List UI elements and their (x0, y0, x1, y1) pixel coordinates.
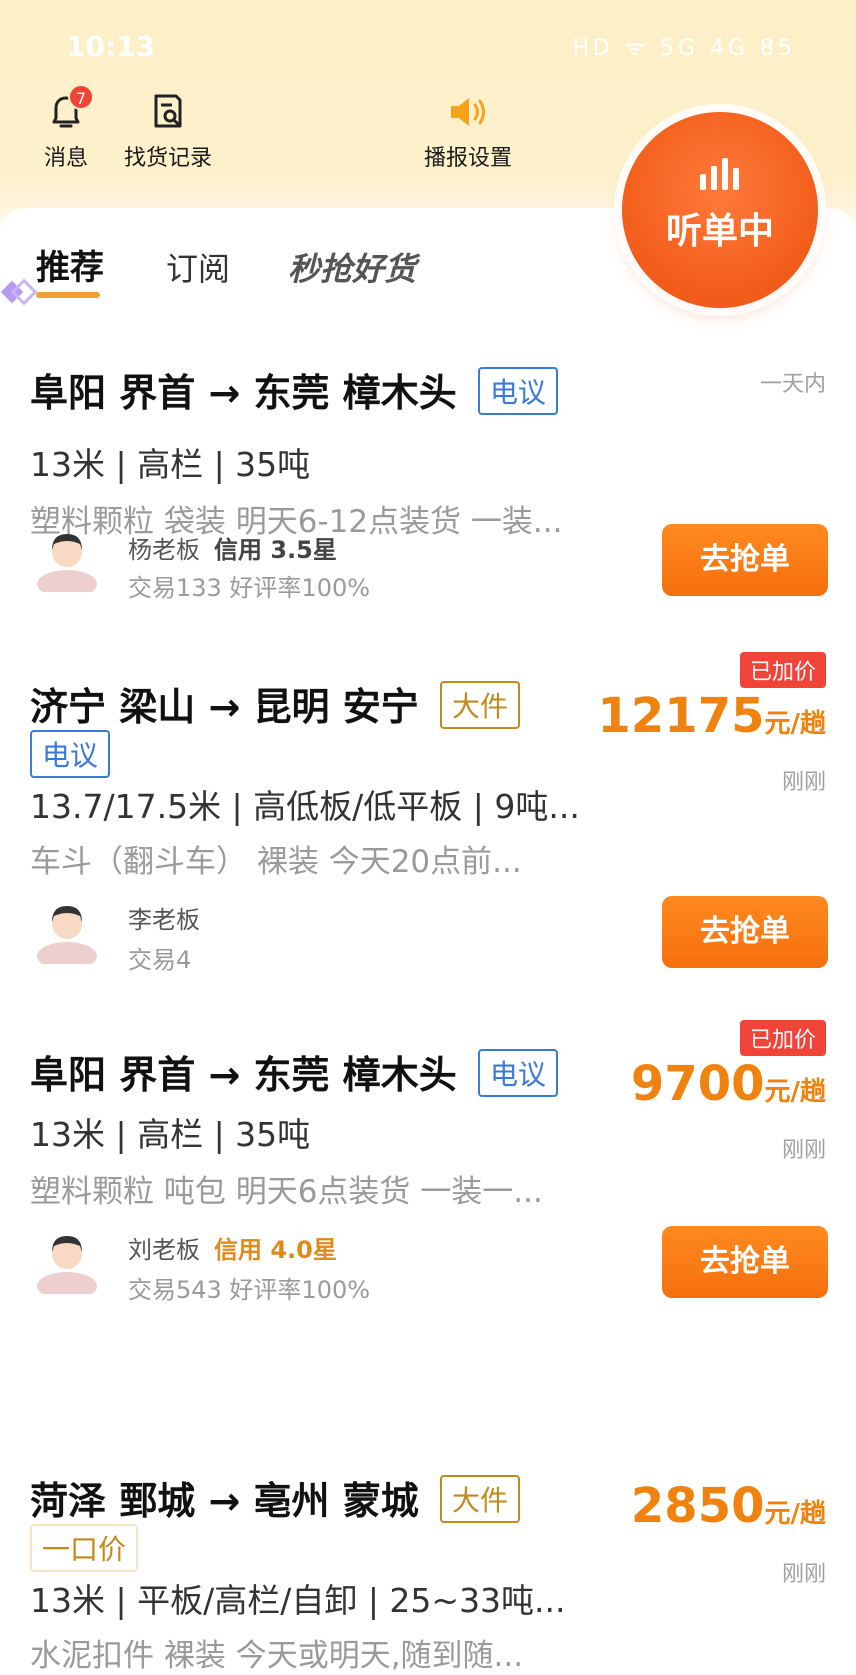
route: 阜阳 界首 → 东莞 樟木头 电议 (30, 362, 559, 417)
trade-stats: 交易4 (128, 946, 192, 974)
route-from: 阜阳 界首 (30, 1053, 196, 1097)
route-to: 昆明 安宁 (253, 685, 419, 729)
owner-name: 杨老板 信用 3.5星 (128, 536, 337, 564)
cargo-description: 塑料颗粒 吨包 明天6点装货 一装一... (30, 1174, 543, 1210)
audio-bars-icon (700, 158, 739, 190)
route-arrow: → (208, 1479, 241, 1523)
route-from: 阜阳 界首 (30, 371, 196, 415)
price-raised-badge: 已加价 (739, 1020, 826, 1056)
oversize-tag: 大件 (440, 681, 521, 729)
messages-button[interactable]: 7 消息 (44, 84, 94, 172)
owner-name: 刘老板 信用 4.0星 (128, 1236, 337, 1264)
route: 阜阳 界首 → 东莞 樟木头 电议 (30, 1044, 559, 1099)
avatar (37, 1236, 97, 1294)
route: 济宁 梁山 → 昆明 安宁 大件 (30, 676, 521, 731)
avatar (37, 906, 97, 964)
listening-button[interactable]: 听单中 (622, 112, 818, 308)
trade-stats: 交易133 好评率100% (128, 574, 371, 602)
avatar (37, 534, 97, 592)
tab-flash-deals[interactable]: 秒抢好货 (288, 244, 416, 290)
credit-rating: 信用 3.5星 (214, 536, 337, 564)
listening-label: 听单中 (665, 211, 774, 252)
truck-spec: 13米 | 高栏 | 35吨 (30, 1115, 311, 1154)
negotiable-tag: 电议 (478, 367, 559, 415)
broadcast-settings-button[interactable]: 播报设置 (424, 92, 512, 172)
truck-spec: 13米 | 高栏 | 35吨 (30, 445, 311, 484)
broadcast-settings-label: 播报设置 (424, 146, 513, 171)
grab-order-button[interactable]: 去抢单 (662, 896, 828, 968)
history-label: 找货记录 (124, 146, 213, 171)
fixed-price-tag: 一口价 (30, 1524, 139, 1572)
route-to: 东莞 樟木头 (253, 371, 457, 415)
post-time: 刚刚 (781, 1562, 826, 1587)
grab-order-button[interactable]: 去抢单 (662, 524, 828, 596)
price-raised-badge: 已加价 (739, 652, 826, 688)
route-arrow: → (208, 371, 241, 415)
route-from: 菏泽 鄄城 (30, 1479, 196, 1523)
price: 9700元/趟 (630, 1056, 826, 1112)
route-to: 东莞 樟木头 (253, 1053, 457, 1097)
status-bar: 10:13 HD ᯤ 5G 4G 85 (0, 0, 856, 90)
post-time: 刚刚 (781, 1138, 826, 1163)
credit-rating: 信用 4.0星 (214, 1236, 337, 1264)
price: 12175元/趟 (597, 688, 827, 744)
tab-subscribe[interactable]: 订阅 (166, 244, 230, 290)
status-icons: HD ᯤ 5G 4G 85 (572, 36, 796, 61)
truck-spec: 13.7/17.5米 | 高低板/低平板 | 9吨... (30, 787, 580, 826)
route-from: 济宁 梁山 (30, 685, 196, 729)
post-time: 刚刚 (781, 770, 826, 795)
route-arrow: → (208, 685, 241, 729)
owner-name: 李老板 (128, 906, 200, 934)
cargo-description: 车斗（翻斗车） 裸装 今天20点前... (30, 844, 522, 880)
tab-recommend[interactable]: 推荐 (36, 240, 104, 289)
route-arrow: → (208, 1053, 241, 1097)
speaker-icon (451, 98, 485, 126)
trade-stats: 交易543 好评率100% (128, 1276, 371, 1304)
history-button[interactable]: 找货记录 (124, 92, 212, 172)
tab-underline (36, 292, 100, 298)
oversize-tag: 大件 (440, 1475, 521, 1523)
messages-label: 消息 (44, 146, 89, 171)
price: 2850元/趟 (630, 1478, 826, 1534)
route-to: 亳州 蒙城 (253, 1479, 419, 1523)
grab-order-button[interactable]: 去抢单 (662, 1226, 828, 1298)
cargo-description: 水泥扣件 裸装 今天或明天,随到随... (30, 1638, 524, 1674)
search-record-icon (154, 94, 182, 128)
negotiable-tag: 电议 (478, 1049, 559, 1097)
message-badge: 7 (68, 84, 94, 110)
route: 菏泽 鄄城 → 亳州 蒙城 大件 (30, 1470, 521, 1525)
post-time: 一天内 (759, 372, 826, 397)
truck-spec: 13米 | 平板/高栏/自卸 | 25~33吨... (30, 1581, 566, 1620)
negotiable-tag: 电议 (30, 730, 111, 778)
status-time: 10:13 (66, 30, 156, 63)
tab-bar: 推荐 订阅 秒抢好货 (0, 240, 600, 310)
